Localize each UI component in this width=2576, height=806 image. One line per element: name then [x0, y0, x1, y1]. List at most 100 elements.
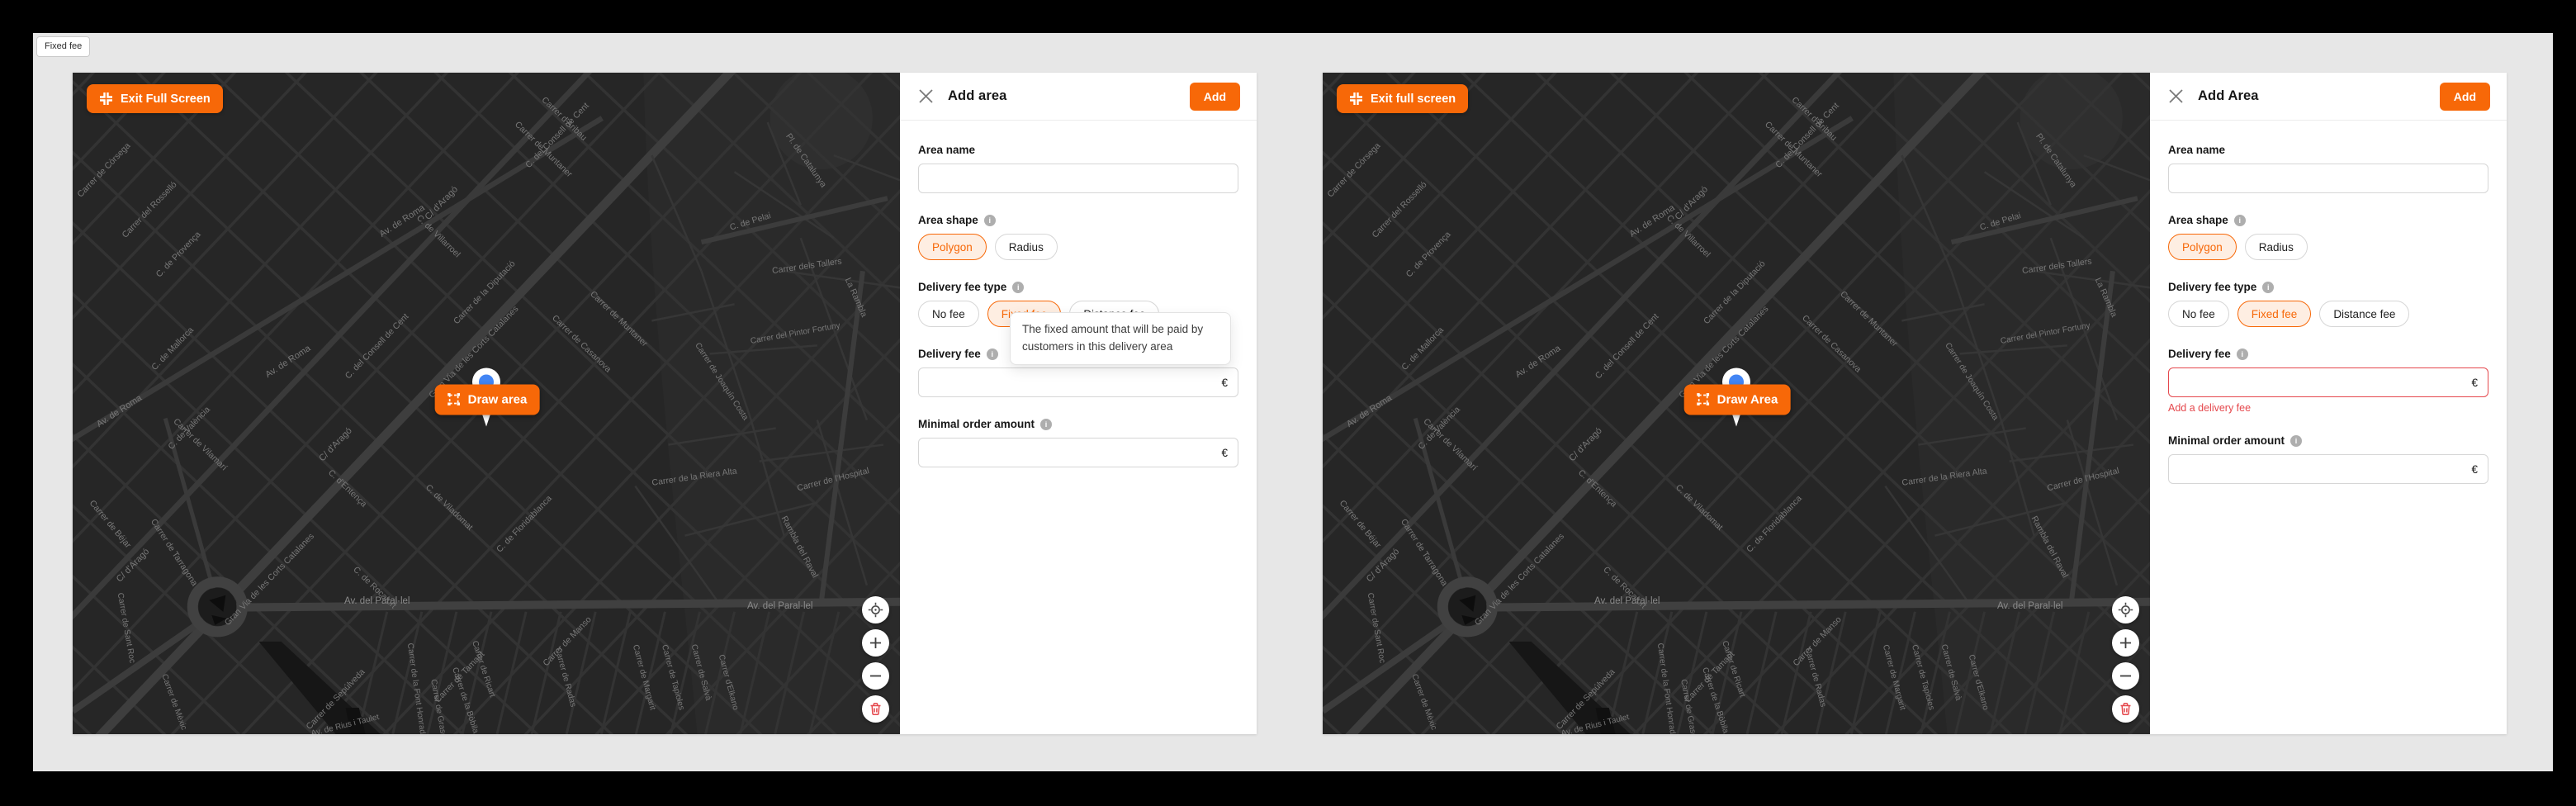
area-name-field: Area name	[2168, 144, 2488, 193]
plus-icon	[869, 637, 882, 649]
fee-type-label: Delivery fee type	[918, 281, 1006, 293]
add-button[interactable]: Add	[1190, 83, 1240, 111]
delivery-area-panel-left: Av. del Paral·lelAv. del Paral·lelGran V…	[73, 73, 1257, 734]
exit-fullscreen-button[interactable]: Exit full screen	[1337, 84, 1468, 113]
fixed-fee-tooltip: The fixed amount that will be paid by cu…	[1010, 312, 1231, 365]
locate-icon	[2118, 602, 2133, 618]
area-name-field: Area name	[918, 144, 1238, 193]
zoom-out-button[interactable]	[862, 662, 889, 690]
trash-icon	[869, 702, 883, 716]
area-shape-field: Area shape Polygon Radius	[2168, 214, 2488, 260]
close-icon	[918, 88, 934, 104]
fee-option-distance-fee[interactable]: Distance fee	[2319, 301, 2409, 327]
add-button[interactable]: Add	[2440, 83, 2490, 111]
info-icon[interactable]	[2237, 348, 2248, 360]
area-name-input[interactable]	[2179, 172, 2478, 186]
minimal-order-label: Minimal order amount	[918, 418, 1035, 430]
minus-icon	[869, 670, 882, 682]
shape-option-radius[interactable]: Radius	[995, 234, 1058, 260]
currency-symbol: €	[2471, 377, 2478, 389]
plus-icon	[2119, 637, 2132, 649]
shape-option-radius[interactable]: Radius	[2245, 234, 2308, 260]
info-icon[interactable]	[1040, 419, 1052, 430]
info-icon[interactable]	[984, 215, 996, 226]
form-header: Add area Add	[900, 73, 1257, 121]
draw-area-icon	[1697, 393, 1710, 406]
minimal-order-label: Minimal order amount	[2168, 434, 2285, 447]
exit-fullscreen-label: Exit full screen	[1371, 92, 1456, 106]
close-button[interactable]	[916, 87, 935, 106]
zoom-out-button[interactable]	[2112, 662, 2139, 690]
svg-text:Av. del Paral·lel: Av. del Paral·lel	[1997, 601, 2063, 611]
delivery-fee-input[interactable]	[2179, 376, 2465, 390]
fee-option-no-fee[interactable]: No fee	[918, 301, 979, 327]
delivery-area-panel-right: Av. del Paral·lelAv. del Paral·lelGran V…	[1323, 73, 2507, 734]
locate-button[interactable]	[862, 596, 889, 623]
minus-icon	[2119, 670, 2132, 682]
shape-option-polygon[interactable]: Polygon	[2168, 234, 2237, 260]
info-icon[interactable]	[2234, 215, 2246, 226]
shape-option-polygon[interactable]: Polygon	[918, 234, 987, 260]
form-header: Add Area Add	[2150, 73, 2507, 121]
area-name-input[interactable]	[929, 172, 1228, 186]
area-shape-field: Area shape Polygon Radius	[918, 214, 1238, 260]
zoom-in-button[interactable]	[862, 629, 889, 657]
map-canvas[interactable]: Av. del Paral·lelAv. del Paral·lelGran V…	[1323, 73, 2150, 734]
area-name-label: Area name	[2168, 144, 2225, 156]
delivery-fee-input[interactable]	[929, 376, 1215, 390]
fee-type-field: Delivery fee type No fee Fixed fee Dista…	[2168, 281, 2488, 327]
area-shape-label: Area shape	[918, 214, 978, 226]
panel-title: Add area	[948, 88, 1006, 104]
minimal-order-input[interactable]	[2179, 462, 2465, 476]
map-canvas[interactable]: Av. del Paral·lelAv. del Paral·lelGran V…	[73, 73, 900, 734]
saved-area-tab[interactable]: Fixed fee	[36, 36, 90, 57]
exit-fullscreen-icon	[99, 92, 113, 106]
exit-fullscreen-button[interactable]: Exit Full Screen	[87, 84, 223, 113]
panel-title: Add Area	[2198, 88, 2259, 104]
zoom-in-button[interactable]	[2112, 629, 2139, 657]
currency-symbol: €	[1221, 377, 1228, 389]
draw-area-button[interactable]: Draw Area	[1684, 384, 1791, 415]
svg-text:Av. del Paral·lel: Av. del Paral·lel	[1594, 596, 1660, 606]
delete-area-button[interactable]	[862, 695, 889, 723]
draw-area-icon	[447, 393, 461, 406]
locate-button[interactable]	[2112, 596, 2139, 623]
exit-fullscreen-label: Exit Full Screen	[121, 92, 211, 106]
info-icon[interactable]	[1012, 282, 1024, 293]
locate-icon	[868, 602, 883, 618]
delivery-fee-label: Delivery fee	[2168, 348, 2231, 360]
delivery-fee-field: Delivery fee € Add a delivery fee	[2168, 348, 2488, 414]
area-name-label: Area name	[918, 144, 975, 156]
svg-text:Av. del Paral·lel: Av. del Paral·lel	[344, 596, 410, 606]
trash-icon	[2119, 702, 2133, 716]
delivery-fee-error: Add a delivery fee	[2168, 402, 2488, 414]
draw-area-label: Draw Area	[1717, 392, 1778, 406]
area-shape-label: Area shape	[2168, 214, 2228, 226]
draw-area-button[interactable]: Draw area	[435, 384, 540, 415]
delete-area-button[interactable]	[2112, 695, 2139, 723]
minimal-order-field: Minimal order amount €	[2168, 434, 2488, 484]
info-icon[interactable]	[2290, 435, 2302, 447]
info-icon[interactable]	[987, 348, 998, 360]
draw-area-label: Draw area	[468, 392, 528, 406]
form-body: Area name Area shape Polygon Radius D	[900, 121, 1257, 734]
currency-symbol: €	[2471, 463, 2478, 476]
add-area-form: Add area Add Area name Area shape Polygo…	[900, 73, 1257, 734]
fee-option-fixed-fee[interactable]: Fixed fee	[2237, 301, 2312, 327]
map-controls	[2112, 596, 2139, 723]
fee-type-label: Delivery fee type	[2168, 281, 2256, 293]
add-area-form: Add Area Add Area name Area shape Polygo…	[2150, 73, 2507, 734]
exit-fullscreen-icon	[1349, 92, 1363, 106]
close-icon	[2168, 88, 2184, 104]
fee-option-no-fee[interactable]: No fee	[2168, 301, 2229, 327]
minimal-order-field: Minimal order amount €	[918, 418, 1238, 467]
currency-symbol: €	[1221, 447, 1228, 459]
info-icon[interactable]	[2262, 282, 2274, 293]
svg-text:Av. del Paral·lel: Av. del Paral·lel	[747, 601, 813, 611]
map-controls	[862, 596, 889, 723]
app-background: Fixed fee Av. del Paral·lel Av. del Paral…	[33, 33, 2553, 771]
form-body: Area name Area shape Polygon Radius D	[2150, 121, 2507, 734]
close-button[interactable]	[2166, 87, 2185, 106]
minimal-order-input[interactable]	[929, 446, 1215, 460]
delivery-fee-label: Delivery fee	[918, 348, 981, 360]
